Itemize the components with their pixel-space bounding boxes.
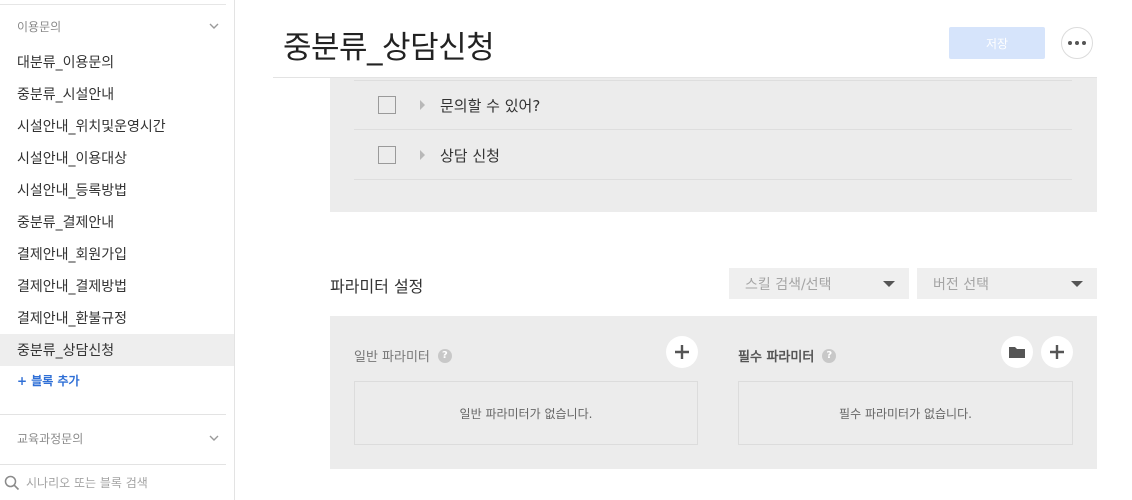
sidebar-item-label: 중분류_상담신청 — [17, 343, 115, 359]
help-icon[interactable]: ? — [822, 348, 837, 363]
sidebar-item-label: 결제안내_결제방법 — [17, 279, 128, 295]
required-parameter-label: 필수 파라미터 — [738, 350, 815, 365]
sidebar-item-label: 시설안내_등록방법 — [17, 183, 128, 199]
dropdown-label: 버전 선택 — [933, 276, 989, 293]
folder-button[interactable] — [1001, 336, 1033, 368]
sidebar-item[interactable]: 결제안내_회원가입 — [0, 238, 234, 270]
utterance-text: 문의할 수 있어? — [440, 96, 541, 115]
page-title: 중분류_상담신청 — [283, 30, 495, 66]
expand-triangle-icon[interactable] — [420, 100, 425, 110]
version-select-dropdown[interactable]: 버전 선택 — [917, 268, 1097, 299]
utterance-text: 상담 신청 — [440, 146, 500, 165]
sidebar-item-label: 결제안내_환불규정 — [17, 311, 128, 327]
folder-icon — [1009, 347, 1025, 358]
caret-down-icon — [1071, 281, 1083, 287]
sidebar-item-label: 대분류_이용문의 — [17, 55, 115, 71]
sidebar-item-label: 중분류_결제안내 — [17, 215, 115, 231]
required-parameter-title: 필수 파라미터 ? — [738, 346, 837, 365]
chevron-down-icon — [209, 23, 219, 29]
divider — [0, 414, 226, 415]
expand-triangle-icon[interactable] — [420, 150, 425, 160]
general-parameter-label: 일반 파라미터 — [354, 350, 430, 365]
sidebar-item[interactable]: 대분류_이용문의 — [0, 46, 234, 78]
sidebar-item[interactable]: 중분류_결제안내 — [0, 206, 234, 238]
divider — [0, 464, 226, 465]
sidebar-item-label: 중분류_시설안내 — [17, 87, 115, 103]
save-button[interactable]: 저장 — [949, 27, 1045, 59]
group-label: 이용문의 — [17, 19, 62, 34]
sidebar-item[interactable]: 결제안내_결제방법 — [0, 270, 234, 302]
sidebar-item[interactable]: 결제안내_환불규정 — [0, 302, 234, 334]
caret-down-icon — [883, 281, 895, 287]
sidebar: 이용문의 대분류_이용문의 중분류_시설안내 시설안내_위치및운영시간 시설안내… — [0, 0, 235, 500]
sidebar-item-label: 시설안내_이용대상 — [17, 151, 128, 167]
plus-icon — [675, 345, 689, 359]
sidebar-item-active[interactable]: 중분류_상담신청 — [0, 334, 234, 366]
search-icon — [4, 475, 20, 491]
add-required-parameter-button[interactable] — [1041, 336, 1073, 368]
plus-icon — [1050, 345, 1064, 359]
sidebar-item[interactable]: 중분류_시설안내 — [0, 78, 234, 110]
general-parameter-empty: 일반 파라미터가 없습니다. — [354, 381, 698, 445]
sidebar-search — [0, 466, 234, 500]
more-dot — [1075, 41, 1079, 45]
required-parameter-empty: 필수 파라미터가 없습니다. — [738, 381, 1073, 445]
dropdown-label: 스킬 검색/선택 — [745, 276, 832, 293]
row-checkbox[interactable] — [378, 96, 396, 114]
more-options-button[interactable] — [1061, 27, 1093, 59]
search-input[interactable] — [26, 476, 226, 490]
sidebar-item[interactable]: 시설안내_등록방법 — [0, 174, 234, 206]
utterance-row[interactable]: 문의할 수 있어? — [354, 81, 1072, 130]
group-label: 교육과정문의 — [17, 431, 84, 446]
sidebar-item-label: 결제안내_회원가입 — [17, 247, 128, 263]
chevron-down-icon — [209, 435, 219, 441]
help-icon[interactable]: ? — [437, 348, 452, 363]
parameter-section-title: 파라미터 설정 — [330, 277, 424, 296]
more-dot — [1082, 41, 1086, 45]
more-dot — [1068, 41, 1072, 45]
sidebar-item[interactable]: 시설안내_이용대상 — [0, 142, 234, 174]
group-header-inquiry[interactable]: 이용문의 — [0, 10, 235, 42]
parameter-panel: 일반 파라미터 ? 일반 파라미터가 없습니다. 필수 파라미터 ? 필수 파라… — [330, 316, 1097, 469]
utterance-row[interactable]: 상담 신청 — [354, 131, 1072, 180]
block-list: 대분류_이용문의 중분류_시설안내 시설안내_위치및운영시간 시설안내_이용대상… — [0, 46, 234, 366]
row-checkbox[interactable] — [378, 146, 396, 164]
general-parameter-title: 일반 파라미터 ? — [354, 346, 452, 365]
add-general-parameter-button[interactable] — [666, 336, 698, 368]
add-block-link[interactable]: + 블록 추가 — [17, 372, 80, 389]
sidebar-item[interactable]: 시설안내_위치및운영시간 — [0, 110, 234, 142]
utterance-panel: 문의할 수 있어? 상담 신청 — [330, 78, 1097, 212]
group-header-education[interactable]: 교육과정문의 — [0, 422, 235, 454]
divider — [0, 4, 226, 5]
sidebar-item-label: 시설안내_위치및운영시간 — [17, 119, 166, 135]
skill-select-dropdown[interactable]: 스킬 검색/선택 — [729, 268, 909, 299]
